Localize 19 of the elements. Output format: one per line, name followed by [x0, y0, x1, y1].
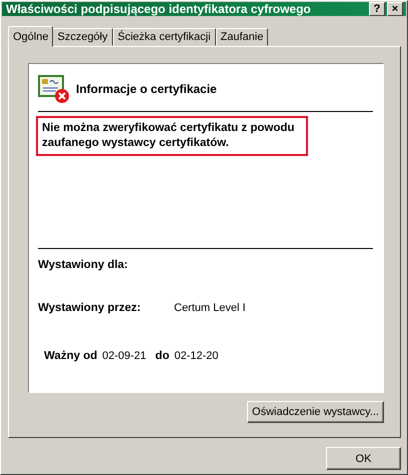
issuer-statement-button[interactable]: Oświadczenie wystawcy... [247, 401, 384, 423]
valid-to-label: do [155, 350, 170, 362]
ok-button[interactable]: OK [326, 447, 401, 470]
tab[interactable]: Zaufanie [216, 28, 268, 46]
valid-from-label: Ważny od [44, 350, 98, 362]
warning-message: Nie można zweryfikować certyfikatu z powodu zaufanego wystawcy certyfikatów. [36, 116, 308, 156]
valid-from-date: 02-09-21 [102, 350, 146, 362]
tab[interactable]: Szczegóły [52, 28, 113, 46]
issued-by-value: Certum Level I [174, 302, 246, 314]
close-button[interactable]: × [387, 2, 403, 16]
certificate-error-icon [38, 74, 70, 104]
help-button[interactable]: ? [369, 2, 385, 16]
issued-by-label: Wystawiony przez: [38, 302, 142, 314]
tab[interactable]: Ścieżka certyfikacji [112, 28, 216, 46]
valid-to-date: 02-12-20 [174, 350, 218, 362]
tab[interactable]: Ogólne [8, 26, 54, 47]
window-title: Właściwości podpisującego identyfikatora cyfrowego [6, 2, 311, 16]
section-title: Informacje o certyfikacie [76, 82, 217, 96]
issued-to-label: Wystawiony dla: [38, 259, 128, 271]
